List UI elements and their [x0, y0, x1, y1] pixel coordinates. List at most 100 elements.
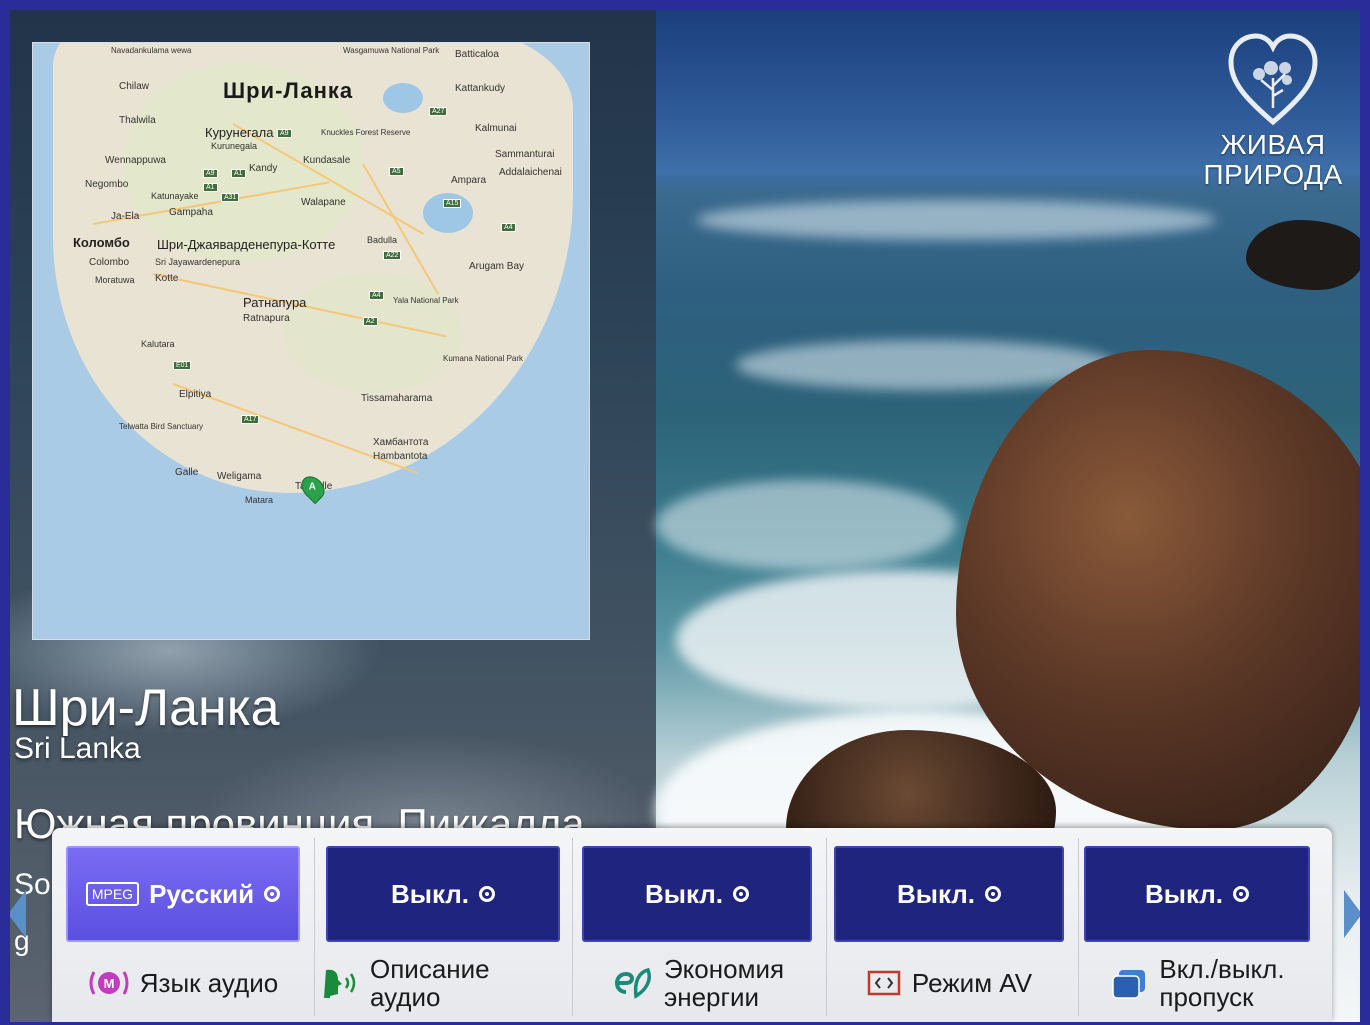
audio-language-value: Русский [149, 878, 255, 909]
av-mode-value: Выкл. [896, 878, 976, 909]
menu-separator [826, 838, 827, 1016]
energy-saving-label-row: Экономия энергии [582, 948, 812, 1018]
energy-saving-label-line1: Экономия [663, 954, 785, 984]
skip-label-line2: пропуск [1159, 982, 1254, 1012]
map-label: Badulla [367, 235, 398, 245]
road-shield: A9 [277, 129, 292, 138]
map-label: Kalmunai [475, 123, 517, 134]
map-label: Kattankudy [455, 83, 506, 94]
map-label: Kalutara [141, 339, 175, 349]
road-shield: A9 [203, 169, 218, 178]
map-label: Kurunegala [211, 141, 258, 151]
map-label: Arugam Bay [469, 261, 525, 272]
road-shield: A1 [231, 169, 246, 178]
map-label: Walapane [301, 197, 346, 208]
skip-value: Выкл. [1144, 878, 1224, 909]
map-label: Kotte [155, 273, 179, 284]
road-shield: A4 [501, 223, 516, 232]
channel-logo: ЖИВАЯ ПРИРОДА [1198, 30, 1348, 190]
location-title-en: Sri Lanka [14, 732, 141, 765]
map-title: Шри-Ланка [223, 78, 354, 103]
eco-icon [610, 966, 654, 1000]
menu-item-audio-description: Выкл. Описание аудио [316, 828, 570, 1022]
map-label: Tissamaharama [361, 393, 433, 404]
scroll-left-arrow-icon[interactable] [10, 890, 26, 938]
selector-dot-icon [264, 886, 281, 902]
road-shield: A1 [203, 183, 218, 192]
av-mode-label: Режим AV [911, 968, 1033, 998]
map-label: Ратнапура [243, 295, 307, 310]
location-title-ru: Шри-Ланка [12, 679, 280, 737]
tv-screen: Шри-Ланка Navadankulama wewa Wasgamuwa N… [10, 10, 1360, 1022]
mpeg-badge: MPEG [85, 882, 140, 906]
mpeg-audio-icon: M [88, 966, 130, 1000]
audio-description-label: Описание аудио [370, 954, 490, 1012]
map-label: Шри-Джаяварденепура-Котте [157, 237, 336, 252]
map-label: Weligama [217, 471, 262, 482]
road-shield: A5 [389, 167, 404, 176]
road-shield: A15 [443, 199, 462, 208]
skip-label-line1: Вкл./выкл. [1159, 954, 1285, 984]
map-label: Kundasale [303, 155, 351, 166]
road-shield: A31 [221, 193, 240, 202]
map-label: Ja-Ela [111, 211, 140, 222]
map-label: Negombo [85, 179, 129, 190]
road-shield: A4 [369, 291, 384, 300]
map-label: Sri Jayawardenepura [155, 257, 241, 267]
road-shield: A27 [429, 107, 448, 116]
energy-saving-button[interactable]: Выкл. [582, 846, 812, 942]
av-mode-button[interactable]: Выкл. [834, 846, 1064, 942]
av-mode-icon [866, 968, 902, 998]
map-label: Chilaw [119, 81, 150, 92]
map-label: Galle [175, 467, 199, 478]
audio-description-button[interactable]: Выкл. [326, 846, 560, 942]
map-label: Matara [245, 495, 274, 505]
map-lake [383, 83, 423, 113]
map-label: Batticaloa [455, 49, 499, 60]
map-label: Gampaha [169, 207, 213, 218]
road-shield: E01 [173, 361, 192, 370]
map-label: Kandy [249, 163, 278, 174]
menu-separator [1078, 838, 1079, 1016]
logo-line1: ЖИВАЯ [1220, 129, 1326, 160]
road-shield: A2 [363, 317, 378, 326]
map-label: Курунегала [205, 125, 274, 140]
menu-item-audio-language: MPEG Русский M Язык аудио [52, 828, 312, 1022]
menu-item-av-mode: Выкл. Режим AV [828, 828, 1076, 1022]
map-label: Sammanturai [495, 149, 555, 160]
audio-description-icon [320, 966, 360, 1000]
quick-settings-menu: MPEG Русский M Язык аудио Выкл. Описание… [52, 828, 1332, 1022]
marker-letter: A [308, 481, 316, 493]
skip-icon [1109, 966, 1149, 1000]
heart-tree-icon [1228, 33, 1318, 126]
map-label: Wasgamuwa National Park [343, 46, 440, 55]
audio-description-value: Выкл. [390, 878, 470, 909]
menu-item-skip: Выкл. Вкл./выкл. пропуск [1080, 828, 1332, 1022]
menu-separator [314, 838, 315, 1016]
map-label: Katunayake [151, 191, 199, 201]
skip-label-row: Вкл./выкл. пропуск [1084, 948, 1310, 1018]
audio-language-label: Язык аудио [139, 968, 279, 998]
map-label: Navadankulama wewa [111, 46, 192, 55]
map-label: Коломбо [73, 235, 130, 250]
map-label: Ampara [451, 175, 487, 186]
map-label: Wennappuwa [105, 155, 166, 166]
audio-language-label-row: M Язык аудио [66, 948, 300, 1018]
road-shield: A17 [241, 415, 260, 424]
map-label: Thalwila [119, 115, 156, 126]
map-label: Yala National Park [393, 296, 459, 305]
audio-language-button[interactable]: MPEG Русский [66, 846, 300, 942]
energy-saving-label-line2: энергии [663, 982, 760, 1012]
map-label: Elpitiya [179, 389, 212, 400]
scroll-right-arrow-icon[interactable] [1344, 890, 1360, 938]
svg-text:M: M [103, 976, 114, 991]
map-label: Ratnapura [243, 313, 290, 324]
selector-dot-icon [1233, 886, 1250, 902]
location-map: Шри-Ланка Navadankulama wewa Wasgamuwa N… [32, 42, 590, 640]
logo-line2: ПРИРОДА [1203, 159, 1343, 190]
skip-button[interactable]: Выкл. [1084, 846, 1310, 942]
map-label: Colombo [89, 257, 130, 268]
selector-dot-icon [479, 886, 496, 902]
selector-dot-icon [733, 886, 750, 902]
map-label: Telwatta Bird Sanctuary [119, 422, 204, 431]
